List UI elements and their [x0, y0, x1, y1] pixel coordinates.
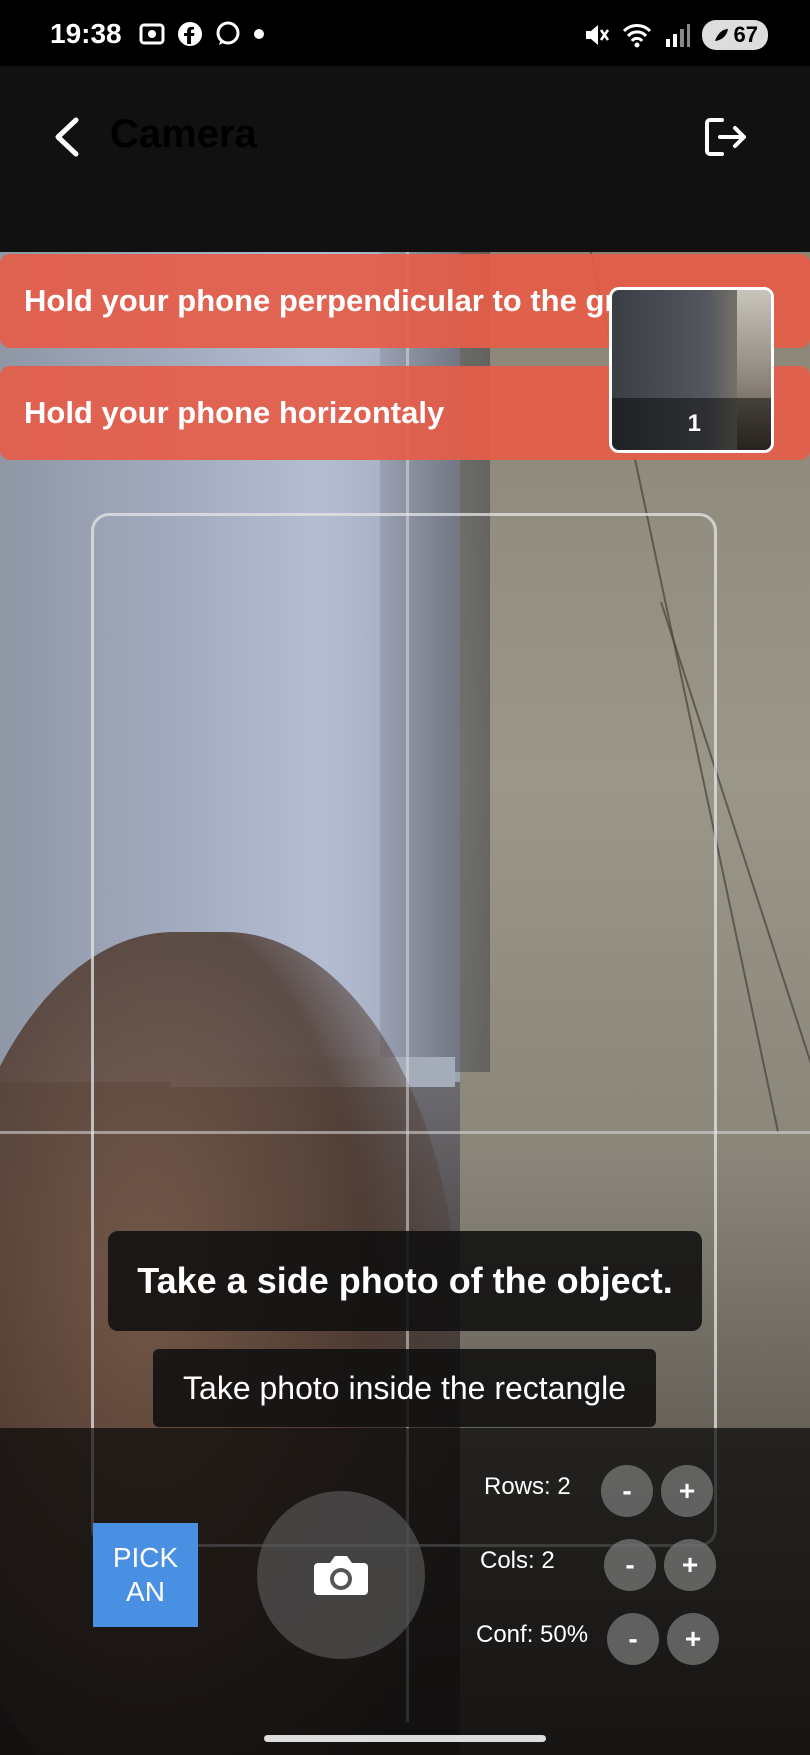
page-title: Camera [110, 112, 257, 156]
warning-text: Hold your phone perpendicular to the gro… [24, 283, 693, 318]
mute-icon [585, 25, 609, 45]
logout-button[interactable] [700, 112, 750, 162]
back-button[interactable] [48, 112, 88, 162]
conf-plus-button[interactable]: + [667, 1613, 719, 1665]
pick-label-line1: PICK [112, 1542, 179, 1573]
instruction-main: Take a side photo of the object. [108, 1231, 702, 1331]
rows-plus-button[interactable]: + [661, 1465, 713, 1517]
cols-plus-button[interactable]: + [664, 1539, 716, 1591]
dot-icon [254, 29, 264, 39]
camera-icon [314, 1556, 368, 1595]
chevron-left-icon [55, 117, 79, 157]
wifi-icon [622, 24, 651, 48]
screenshot-icon [139, 23, 165, 45]
rows-minus-button[interactable]: - [601, 1465, 653, 1517]
instruction-sub: Take photo inside the rectangle [153, 1349, 656, 1427]
home-indicator[interactable] [264, 1735, 546, 1742]
battery-level: 67 [733, 22, 758, 47]
signal-icon [665, 24, 690, 47]
status-left-icons [138, 20, 266, 48]
conf-minus-button[interactable]: - [607, 1613, 659, 1665]
status-bar: 19:38 67 [0, 0, 810, 66]
app-bar [0, 66, 810, 252]
conf-label: Conf: 50% [476, 1621, 589, 1648]
logout-icon [705, 118, 746, 156]
pick-button[interactable]: PICK AN [93, 1523, 198, 1627]
cols-minus-button[interactable]: - [604, 1539, 656, 1591]
photo-thumbnail[interactable]: 1 [609, 287, 774, 453]
battery-indicator: 67 [701, 20, 768, 50]
facebook-icon [178, 22, 202, 46]
status-right-icons: 67 [582, 20, 768, 50]
warning-text: Hold your phone horizontaly [24, 395, 445, 430]
photo-count: 1 [687, 410, 701, 437]
whatsapp-icon [216, 21, 240, 45]
pick-label-line2: AN [126, 1576, 165, 1607]
rows-label: Rows: 2 [484, 1473, 571, 1500]
pick-button-label: PICK AN [113, 1541, 178, 1609]
battery-icon [714, 29, 728, 41]
status-time: 19:38 [50, 18, 122, 49]
cols-label: Cols: 2 [480, 1547, 555, 1574]
shutter-button[interactable] [257, 1491, 425, 1659]
